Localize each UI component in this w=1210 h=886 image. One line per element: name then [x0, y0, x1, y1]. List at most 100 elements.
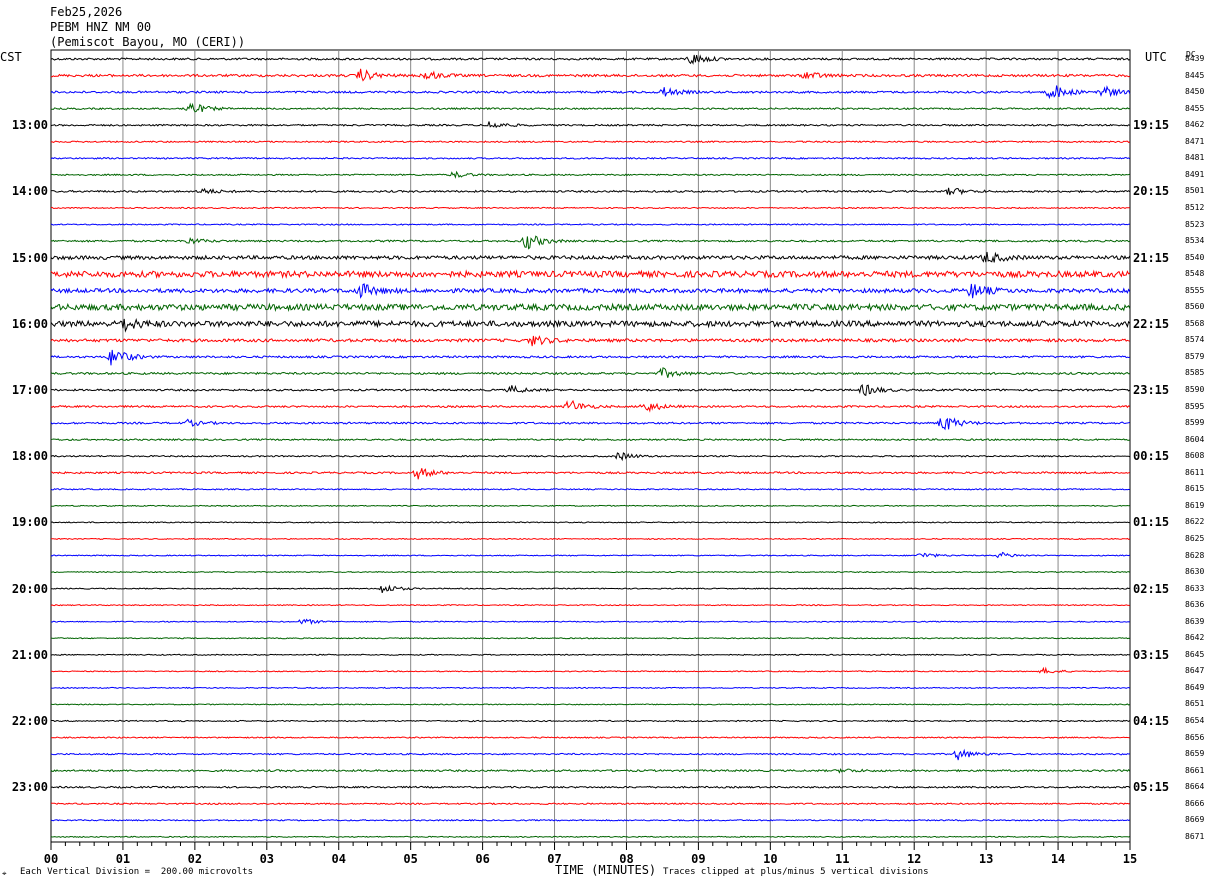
seismic-trace [50, 686, 1131, 690]
dc-offset-label: 8512 [1185, 202, 1205, 212]
dc-offset-label: 8585 [1185, 368, 1205, 378]
seismic-trace [50, 637, 1130, 640]
dc-offset-label: 8671 [1185, 831, 1205, 841]
left-hour-label: 15:00 [11, 250, 48, 265]
dc-offset-label: 8639 [1185, 616, 1205, 626]
left-hour-label: 23:00 [11, 780, 48, 795]
seismic-trace [50, 488, 1130, 491]
seismic-trace [50, 521, 1130, 524]
dc-offset-label: 8595 [1185, 401, 1205, 411]
x-tick-label: 04 [331, 852, 346, 866]
seismic-trace [50, 399, 1131, 413]
dc-offset-label: 8445 [1185, 70, 1205, 80]
dc-offset-label: 8664 [1185, 782, 1205, 792]
seismic-trace [50, 417, 1130, 431]
x-tick-label: 06 [475, 852, 490, 866]
seismic-trace [50, 653, 1130, 656]
dc-offset-label: 8599 [1185, 418, 1205, 428]
dc-offset-label: 8471 [1185, 136, 1205, 146]
right-hour-label: 20:15 [1133, 184, 1170, 199]
date-label: Feb25,2026 [50, 5, 123, 19]
right-hour-label: 23:15 [1133, 383, 1170, 397]
seismic-trace [50, 438, 1130, 442]
dc-offset-label: 8619 [1185, 500, 1205, 510]
dc-offset-label: 8450 [1185, 87, 1205, 97]
dc-offset-label: 8568 [1185, 318, 1205, 328]
seismic-trace [50, 235, 1131, 250]
left-hour-label: 18:00 [11, 449, 48, 464]
x-tick-label: 00 [43, 852, 59, 866]
x-tick-label: 03 [259, 852, 275, 866]
seismic-trace [50, 703, 1130, 706]
right-hour-label: 05:15 [1133, 780, 1170, 795]
seismic-trace [50, 452, 1131, 462]
dc-offset-label: 8560 [1185, 302, 1205, 312]
seismic-trace [51, 666, 1130, 674]
seismic-trace [50, 835, 1130, 838]
dc-offset-label: 8625 [1185, 533, 1205, 543]
seismic-trace [50, 170, 1130, 179]
dc-offset-label: 8615 [1185, 484, 1205, 494]
dc-offset-label: 8534 [1185, 236, 1205, 246]
x-tick-label: 05 [403, 852, 418, 866]
right-hour-label: 04:15 [1133, 714, 1170, 728]
dc-offset-label: 8481 [1185, 153, 1205, 163]
dc-offset-label: 8642 [1185, 633, 1205, 643]
left-hour-label: 21:00 [11, 647, 48, 662]
x-tick-label: 13 [978, 852, 994, 866]
seismic-trace [50, 570, 1131, 574]
seismic-trace [50, 802, 1130, 806]
right-hour-label: 01:15 [1133, 515, 1170, 530]
dc-offset-label: 8439 [1185, 54, 1205, 63]
right-hour-label: 21:15 [1133, 250, 1170, 265]
right-hour-label: 00:15 [1133, 449, 1170, 464]
clip-note: Traces clipped at plus/minus 5 vertical … [663, 867, 929, 877]
seismic-trace [50, 768, 1131, 774]
seismic-trace [50, 206, 1130, 210]
seismic-trace [51, 102, 1130, 113]
dc-offset-label: 8608 [1185, 451, 1205, 461]
dc-offset-label: 8574 [1185, 335, 1205, 345]
seismic-trace [50, 121, 1130, 129]
seismic-trace [50, 719, 1131, 723]
dc-offset-label: 8647 [1185, 666, 1205, 676]
dc-offset-label: 8654 [1185, 716, 1205, 725]
seismic-trace [50, 736, 1130, 739]
seismic-trace [50, 283, 1131, 299]
seismic-trace [50, 785, 1131, 789]
x-tick-label: 11 [835, 852, 850, 866]
left-hour-label: 13:00 [11, 118, 48, 133]
x-tick-label: 14 [1050, 852, 1066, 866]
seismic-trace [50, 335, 1130, 347]
x-axis-title: TIME (MINUTES) [555, 863, 657, 877]
seismic-trace [50, 384, 1131, 397]
dc-offset-label: 8590 [1185, 385, 1205, 394]
left-hour-label: 22:00 [11, 714, 48, 728]
dc-offset-label: 8548 [1185, 269, 1205, 279]
seismic-trace [50, 604, 1130, 607]
seismic-trace [50, 551, 1130, 559]
dc-offset-label: 8651 [1185, 699, 1205, 709]
dc-offset-label: 8645 [1185, 649, 1205, 659]
seismic-trace [50, 367, 1130, 378]
dc-offset-label: 8649 [1185, 682, 1205, 692]
seismic-trace [50, 819, 1130, 822]
seismic-trace [50, 302, 1131, 313]
seismic-trace [51, 68, 1130, 82]
dc-offset-label: 8611 [1185, 467, 1205, 477]
dc-offset-label: 8666 [1185, 798, 1205, 808]
right-hour-label: 22:15 [1133, 316, 1170, 331]
seismic-trace [50, 223, 1130, 226]
dc-offset-label: 8604 [1185, 434, 1205, 444]
dc-offset-label: 8669 [1185, 815, 1205, 825]
footer-mark-icon: ⌖ [2, 869, 7, 878]
seismic-trace [50, 618, 1130, 625]
scale-note: Each Vertical Division = 200.00 microvol… [20, 867, 253, 877]
x-tick-label: 02 [187, 852, 203, 866]
station-label: PEBM HNZ NM 00 [50, 20, 152, 34]
seismic-trace [50, 748, 1130, 761]
location-label: (Pemiscot Bayou, MO (CERI)) [50, 35, 246, 49]
dc-offset-label: 8579 [1185, 351, 1205, 361]
dc-offset-label: 8630 [1185, 567, 1205, 577]
seismic-trace [50, 349, 1130, 366]
